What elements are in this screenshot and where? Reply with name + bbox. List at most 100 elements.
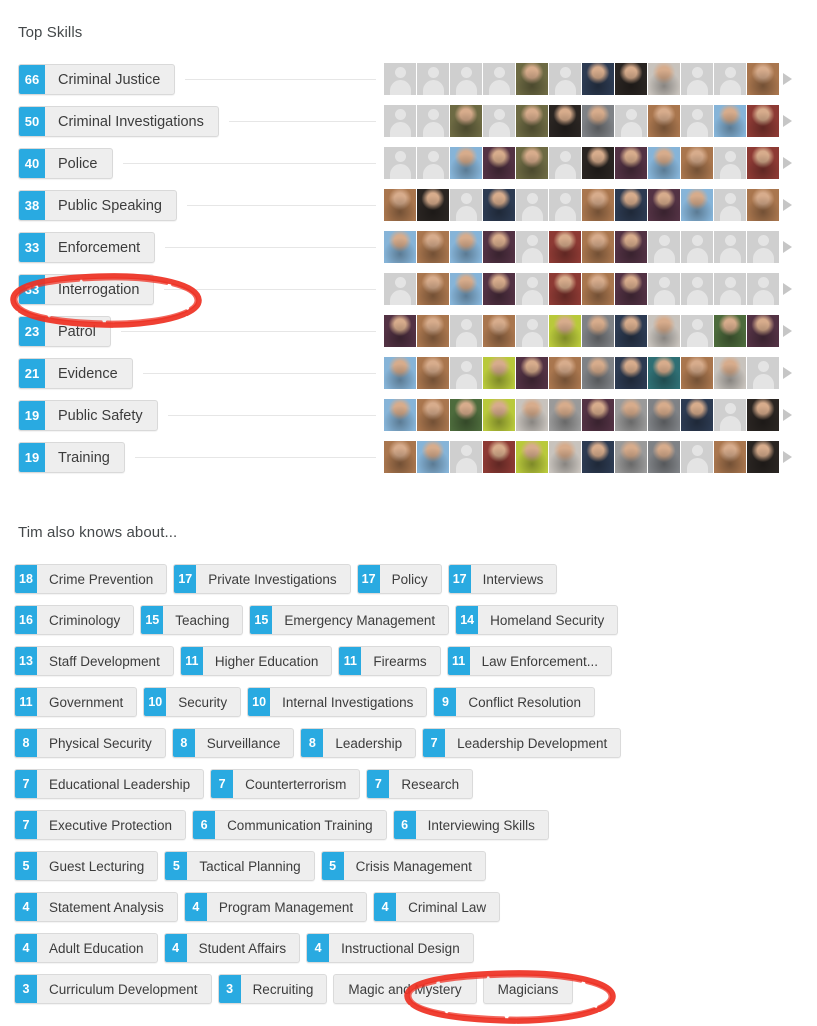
skill-tag[interactable]: 4 Statement Analysis	[14, 892, 178, 922]
chevron-right-icon[interactable]	[783, 325, 792, 337]
avatar[interactable]	[648, 315, 680, 347]
skill-tag[interactable]: 4 Student Affairs	[163, 933, 301, 963]
avatar-placeholder[interactable]	[747, 231, 779, 263]
skill-tag[interactable]: 17 Interviews	[447, 564, 558, 594]
skill-tag[interactable]: 5 Guest Lecturing	[14, 851, 159, 881]
skill-tag[interactable]: 4 Program Management	[183, 892, 368, 922]
avatar[interactable]	[615, 399, 647, 431]
avatar[interactable]	[417, 357, 449, 389]
avatar[interactable]	[615, 147, 647, 179]
avatar[interactable]	[450, 231, 482, 263]
skill-tag[interactable]: 10 Security	[143, 687, 242, 717]
skill-tag[interactable]: 6 Interviewing Skills	[392, 810, 549, 840]
avatar[interactable]	[714, 105, 746, 137]
avatar-placeholder[interactable]	[747, 273, 779, 305]
avatar[interactable]	[648, 357, 680, 389]
skill-tag[interactable]: 16 Criminology	[14, 605, 135, 635]
avatar[interactable]	[483, 315, 515, 347]
avatar[interactable]	[648, 399, 680, 431]
chevron-right-icon[interactable]	[783, 283, 792, 295]
avatar-placeholder[interactable]	[516, 189, 548, 221]
skill-tag[interactable]: 18 Crime Prevention	[14, 564, 168, 594]
avatar-placeholder[interactable]	[549, 189, 581, 221]
skill-tag[interactable]: 5 Crisis Management	[320, 851, 486, 881]
avatar-placeholder[interactable]	[450, 315, 482, 347]
avatar[interactable]	[747, 441, 779, 473]
chevron-right-icon[interactable]	[783, 241, 792, 253]
avatar[interactable]	[516, 357, 548, 389]
avatar[interactable]	[417, 189, 449, 221]
avatar[interactable]	[417, 273, 449, 305]
skill-tag[interactable]: 10 Internal Investigations	[247, 687, 428, 717]
avatar-placeholder[interactable]	[549, 63, 581, 95]
skill-tag[interactable]: 4 Criminal Law	[373, 892, 501, 922]
avatar[interactable]	[516, 441, 548, 473]
avatar[interactable]	[384, 399, 416, 431]
avatar[interactable]	[516, 399, 548, 431]
skill-tag[interactable]: 9 Conflict Resolution	[433, 687, 595, 717]
avatar[interactable]	[615, 357, 647, 389]
avatar[interactable]	[582, 105, 614, 137]
avatar[interactable]	[384, 189, 416, 221]
avatar-placeholder[interactable]	[450, 189, 482, 221]
avatar[interactable]	[681, 357, 713, 389]
avatar[interactable]	[483, 441, 515, 473]
avatar[interactable]	[549, 105, 581, 137]
skill-tag[interactable]: 15 Emergency Management	[249, 605, 450, 635]
avatar[interactable]	[681, 399, 713, 431]
chevron-right-icon[interactable]	[783, 73, 792, 85]
avatar-placeholder[interactable]	[450, 441, 482, 473]
chevron-right-icon[interactable]	[783, 451, 792, 463]
skill-chip[interactable]: 38 Public Speaking	[18, 190, 177, 221]
avatar[interactable]	[549, 441, 581, 473]
avatar[interactable]	[648, 105, 680, 137]
skill-tag[interactable]: 14 Homeland Security	[455, 605, 619, 635]
chevron-right-icon[interactable]	[783, 409, 792, 421]
avatar-placeholder[interactable]	[714, 63, 746, 95]
avatar[interactable]	[450, 105, 482, 137]
avatar[interactable]	[747, 399, 779, 431]
skill-tag[interactable]: 4 Adult Education	[14, 933, 158, 963]
avatar[interactable]	[417, 399, 449, 431]
avatar-placeholder[interactable]	[450, 63, 482, 95]
avatar[interactable]	[582, 147, 614, 179]
avatar[interactable]	[747, 105, 779, 137]
avatar[interactable]	[681, 147, 713, 179]
skill-chip[interactable]: 19 Public Safety	[18, 400, 158, 431]
avatar-placeholder[interactable]	[681, 441, 713, 473]
avatar-placeholder[interactable]	[516, 315, 548, 347]
avatar[interactable]	[615, 441, 647, 473]
avatar[interactable]	[384, 441, 416, 473]
skill-chip[interactable]: 23 Patrol	[18, 316, 111, 347]
skill-tag[interactable]: 6 Communication Training	[192, 810, 387, 840]
skill-chip[interactable]: 21 Evidence	[18, 358, 133, 389]
avatar-placeholder[interactable]	[417, 63, 449, 95]
avatar[interactable]	[582, 315, 614, 347]
skill-tag[interactable]: 11 Higher Education	[179, 646, 333, 676]
skill-chip[interactable]: 19 Training	[18, 442, 125, 473]
avatar[interactable]	[714, 315, 746, 347]
avatar[interactable]	[450, 399, 482, 431]
avatar[interactable]	[483, 357, 515, 389]
avatar[interactable]	[384, 231, 416, 263]
avatar-placeholder[interactable]	[483, 105, 515, 137]
skill-tag[interactable]: 15 Teaching	[140, 605, 244, 635]
skill-tag[interactable]: 17 Policy	[356, 564, 442, 594]
avatar[interactable]	[681, 189, 713, 221]
avatar[interactable]	[483, 399, 515, 431]
avatar[interactable]	[549, 357, 581, 389]
avatar[interactable]	[615, 315, 647, 347]
avatar-placeholder[interactable]	[714, 399, 746, 431]
avatar-placeholder[interactable]	[648, 273, 680, 305]
avatar-placeholder[interactable]	[549, 147, 581, 179]
skill-chip[interactable]: 33 Interrogation	[18, 274, 155, 305]
skill-tag[interactable]: 13 Staff Development	[14, 646, 174, 676]
skill-tag[interactable]: 3 Recruiting	[217, 974, 328, 1004]
avatar[interactable]	[582, 231, 614, 263]
skill-tag[interactable]: 8 Surveillance	[171, 728, 295, 758]
avatar[interactable]	[516, 147, 548, 179]
skill-chip[interactable]: 50 Criminal Investigations	[18, 106, 219, 137]
avatar[interactable]	[582, 189, 614, 221]
avatar[interactable]	[417, 441, 449, 473]
avatar[interactable]	[483, 189, 515, 221]
